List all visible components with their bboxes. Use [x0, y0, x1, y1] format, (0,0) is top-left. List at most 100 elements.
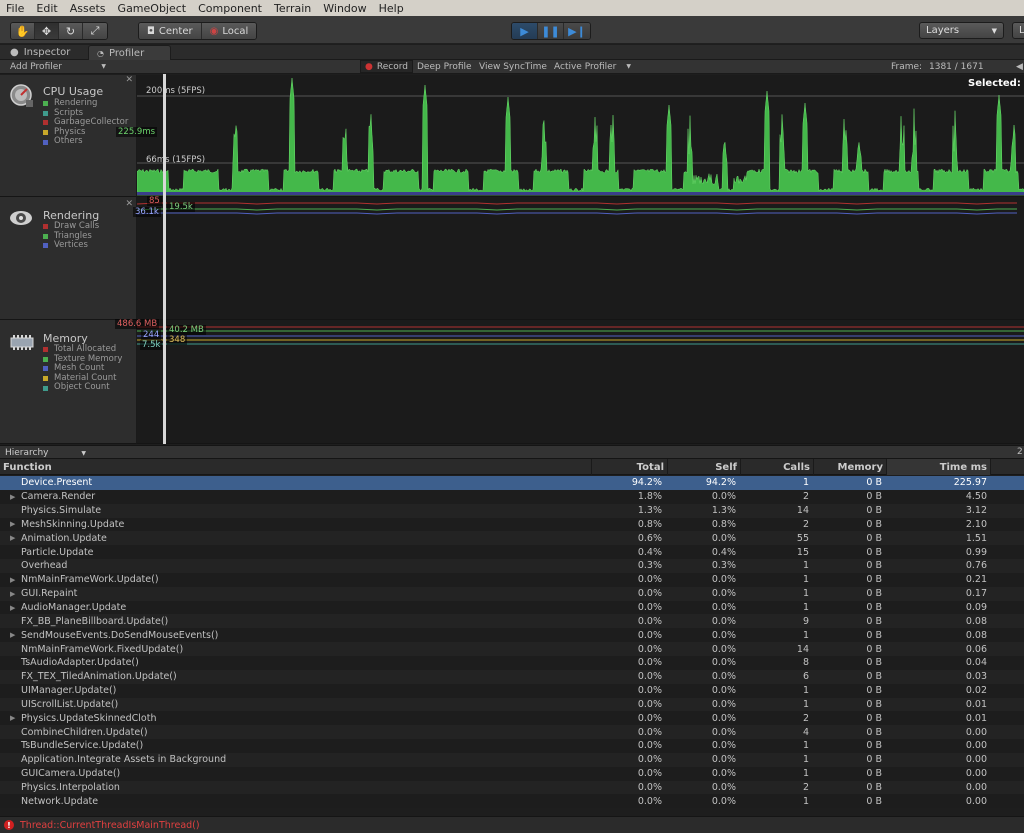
close-icon[interactable]: ✕ — [125, 199, 133, 209]
legend-item-object-count[interactable]: Object Count — [43, 383, 122, 393]
table-row[interactable]: ▶ GUI.Repaint 0.0% 0.0% 1 0 B 0.17 — [0, 586, 1024, 601]
dropdown-arrow-icon: ▼ — [991, 26, 997, 35]
table-row[interactable]: ▶ Animation.Update 0.6% 0.0% 55 0 B 1.51 — [0, 531, 1024, 546]
expand-arrow-icon[interactable]: ▶ — [10, 531, 15, 545]
pause-button[interactable]: ❚❚ — [538, 23, 564, 39]
table-row[interactable]: ▶ MeshSkinning.Update 0.8% 0.8% 2 0 B 2.10 — [0, 517, 1024, 532]
total-cell: 0.0% — [637, 698, 662, 710]
material-count-value: 348 — [167, 335, 188, 345]
table-row[interactable]: UIManager.Update() 0.0% 0.0% 1 0 B 0.02 — [0, 683, 1024, 698]
menu-component[interactable]: Component — [192, 2, 268, 15]
menu-window[interactable]: Window — [317, 2, 372, 15]
expand-arrow-icon[interactable]: ▶ — [10, 628, 15, 642]
record-toggle[interactable]: ● Record — [360, 60, 413, 73]
table-row[interactable]: ▶ Physics.UpdateSkinnedCloth 0.0% 0.0% 2 0 B 0… — [0, 711, 1024, 726]
column-function[interactable]: Function — [0, 459, 592, 475]
memory-cell: 0 B — [866, 795, 882, 807]
memory-chip-icon — [10, 335, 34, 350]
object-count-value: 7.5k — [140, 340, 163, 350]
calls-cell: 1 — [802, 560, 809, 572]
layers-dropdown[interactable]: Layers ▼ — [919, 22, 1004, 39]
self-cell: 94.2% — [705, 477, 736, 489]
rendering-graph[interactable] — [137, 197, 1024, 320]
legend-item-others[interactable]: Others — [43, 137, 128, 147]
table-row[interactable]: CombineChildren.Update() 0.0% 0.0% 4 0 B 0.00 — [0, 725, 1024, 740]
menu-edit[interactable]: Edit — [30, 2, 63, 15]
menu-gameobject[interactable]: GameObject — [112, 2, 193, 15]
console-status-bar[interactable]: ! Thread::CurrentThreadIsMainThread() — [0, 816, 1024, 833]
active-profiler-dropdown[interactable]: Active Profiler ▼ — [550, 60, 635, 73]
total-cell: 0.4% — [637, 546, 662, 558]
column-total[interactable]: Total — [592, 459, 668, 475]
close-icon[interactable]: ✕ — [125, 75, 133, 85]
memory-cell: 0 B — [866, 491, 882, 503]
space-local-button[interactable]: ◉ Local — [201, 23, 257, 39]
prev-frame-button[interactable]: ◀ — [1012, 60, 1024, 73]
memory-cell: 0 B — [866, 726, 882, 738]
error-icon: ! — [4, 820, 14, 830]
frame-cursor-line[interactable] — [163, 74, 166, 444]
view-synctime-toggle[interactable]: View SyncTime — [475, 60, 551, 73]
menu-assets[interactable]: Assets — [64, 2, 112, 15]
cpu-usage-graph[interactable]: 200ms (5FPS) 66ms (15FPS) Selected: — [137, 75, 1024, 197]
time-cell: 2.10 — [965, 518, 987, 530]
table-row[interactable]: Physics.Simulate 1.3% 1.3% 14 0 B 3.12 — [0, 503, 1024, 518]
add-profiler-dropdown[interactable]: Add Profiler ▼ — [6, 60, 110, 73]
dropdown-arrow-icon: ▼ — [81, 449, 86, 457]
legend-item-vertices[interactable]: Vertices — [43, 241, 99, 251]
column-time-ms[interactable]: Time ms — [887, 459, 991, 475]
hand-tool-icon[interactable]: ✋ — [11, 23, 35, 39]
table-row[interactable]: ▶ SendMouseEvents.DoSendMouseEvents() 0.0%… — [0, 628, 1024, 643]
table-row[interactable]: Application.Integrate Assets in Backgrou… — [0, 752, 1024, 767]
table-row[interactable]: Device.Present 94.2% 94.2% 1 0 B 225.97 — [0, 476, 1024, 490]
expand-arrow-icon[interactable]: ▶ — [10, 711, 15, 725]
profiler-table-header: Function Total Self Calls Memory Time ms — [0, 459, 1024, 475]
total-cell: 0.0% — [637, 795, 662, 807]
scale-tool-icon[interactable]: ⤢ — [83, 23, 107, 39]
table-row[interactable]: Overhead 0.3% 0.3% 1 0 B 0.76 — [0, 559, 1024, 573]
calls-cell: 1 — [802, 795, 809, 807]
step-button[interactable]: ▶❙ — [564, 23, 590, 39]
tab-profiler[interactable]: ◔ Profiler — [88, 45, 171, 60]
memory-legend[interactable]: Memory Total Allocated Texture Memory Mesh… — [0, 320, 137, 444]
expand-arrow-icon[interactable]: ▶ — [10, 573, 15, 587]
deep-profile-toggle[interactable]: Deep Profile — [413, 60, 476, 73]
table-row[interactable]: UIScrollList.Update() 0.0% 0.0% 1 0 B 0.01 — [0, 697, 1024, 712]
pivot-center-button[interactable]: ◘ Center — [139, 23, 202, 39]
column-self[interactable]: Self — [668, 459, 741, 475]
move-tool-icon[interactable]: ✥ — [35, 23, 59, 39]
layout-dropdown[interactable]: L — [1012, 22, 1024, 39]
table-row[interactable]: ▶ NmMainFrameWork.Update() 0.0% 0.0% 1 0 B 0.2… — [0, 572, 1024, 587]
table-row[interactable]: GUICamera.Update() 0.0% 0.0% 1 0 B 0.00 — [0, 766, 1024, 781]
pivot-icon: ◘ — [147, 25, 155, 37]
table-row[interactable]: TsBundleService.Update() 0.0% 0.0% 1 0 B 0.00 — [0, 739, 1024, 753]
table-row[interactable]: FX_BB_PlaneBillboard.Update() 0.0% 0.0% 9 0 … — [0, 614, 1024, 629]
total-cell: 94.2% — [631, 477, 662, 489]
memory-graph[interactable] — [137, 320, 1024, 444]
table-row[interactable]: FX_TEX_TiledAnimation.Update() 0.0% 0.0% 6 0… — [0, 669, 1024, 684]
play-button[interactable]: ▶ — [512, 23, 538, 39]
table-row[interactable]: Particle.Update 0.4% 0.4% 15 0 B 0.99 — [0, 545, 1024, 560]
table-row[interactable]: Network.Update 0.0% 0.0% 1 0 B 0.00 — [0, 794, 1024, 809]
time-cell: 1.51 — [965, 532, 987, 544]
tab-inspector[interactable]: ● Inspector — [2, 45, 78, 60]
expand-arrow-icon[interactable]: ▶ — [10, 490, 15, 504]
column-calls[interactable]: Calls — [741, 459, 814, 475]
hierarchy-mode-dropdown[interactable]: Hierarchy ▼ — [5, 447, 90, 459]
table-row[interactable]: TsAudioAdapter.Update() 0.0% 0.0% 8 0 B 0.04 — [0, 655, 1024, 670]
rotate-tool-icon[interactable]: ↻ — [59, 23, 83, 39]
table-row[interactable]: ▶ AudioManager.Update 0.0% 0.0% 1 0 B 0.09 — [0, 600, 1024, 615]
function-name-cell: UIScrollList.Update() — [21, 698, 119, 710]
table-row[interactable]: Physics.Interpolation 0.0% 0.0% 2 0 B 0.00 — [0, 780, 1024, 795]
legend-swatch — [43, 233, 48, 239]
expand-arrow-icon[interactable]: ▶ — [10, 587, 15, 601]
table-row[interactable]: ▶ Camera.Render 1.8% 0.0% 2 0 B 4.50 — [0, 489, 1024, 504]
menu-help[interactable]: Help — [373, 2, 410, 15]
expand-arrow-icon[interactable]: ▶ — [10, 518, 15, 532]
menu-terrain[interactable]: Terrain — [268, 2, 317, 15]
column-memory[interactable]: Memory — [814, 459, 887, 475]
expand-arrow-icon[interactable]: ▶ — [10, 601, 15, 615]
menu-file[interactable]: File — [0, 2, 30, 15]
rendering-legend[interactable]: Rendering Draw Calls Triangles Vertices ✕ — [0, 197, 137, 320]
table-row[interactable]: NmMainFrameWork.FixedUpdate() 0.0% 0.0% 14 0… — [0, 642, 1024, 656]
